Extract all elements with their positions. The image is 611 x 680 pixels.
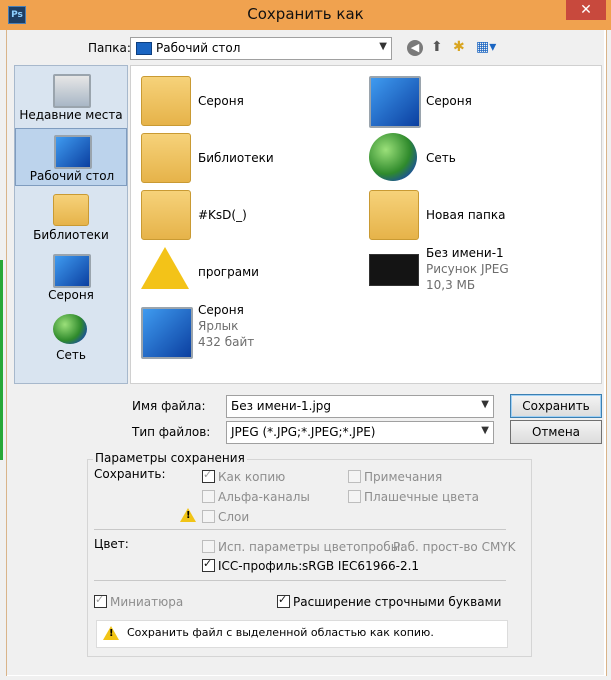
save-label: Сохранить: — [94, 467, 166, 481]
folder-icon — [141, 190, 191, 240]
filename-input[interactable]: Без имени-1.jpg ▼ — [226, 395, 494, 418]
computer-icon — [369, 76, 421, 128]
file-size: 432 байт — [198, 335, 255, 349]
filename-value: Без имени-1.jpg — [231, 399, 332, 413]
network-icon — [369, 133, 417, 181]
background-edge — [0, 260, 3, 460]
desktop-icon — [54, 135, 92, 169]
file-name: #KsD(_) — [198, 208, 247, 222]
list-item[interactable]: Сеть — [363, 129, 583, 185]
icc-checkbox[interactable] — [202, 557, 215, 572]
view-menu-icon[interactable]: ▦▾ — [476, 39, 496, 55]
filename-label: Имя файла: — [132, 399, 206, 413]
folder-dropdown-value: Рабочий стол — [156, 41, 241, 55]
icc-value: sRGB IEC61966-2.1 — [302, 559, 420, 573]
warning-icon — [103, 626, 119, 640]
list-item[interactable]: Библиотеки — [135, 129, 355, 185]
desktop-icon — [136, 42, 152, 55]
notes-checkbox[interactable] — [348, 470, 361, 483]
save-button[interactable]: Сохранить — [510, 394, 602, 418]
divider — [94, 529, 506, 530]
proof-label: Исп. параметры цветопробы: — [218, 540, 405, 554]
proof-checkbox[interactable] — [202, 540, 215, 553]
sidebar-item-computer[interactable]: Сероня — [15, 248, 127, 306]
window-title: Сохранить как — [247, 5, 364, 23]
list-item[interactable]: Сероня Ярлык 432 байт — [135, 303, 355, 359]
cancel-button[interactable]: Отмена — [510, 420, 602, 444]
info-note: Сохранить файл с выделенной областью как… — [96, 620, 508, 648]
list-item[interactable]: Сероня — [135, 72, 355, 128]
file-size: 10,3 МБ — [426, 278, 476, 292]
new-folder-icon[interactable]: ✱ — [453, 39, 465, 55]
shortcut-icon — [141, 307, 193, 359]
color-label: Цвет: — [94, 537, 129, 551]
divider — [94, 580, 506, 581]
file-name: Сеть — [426, 151, 456, 165]
as-copy-label: Как копию — [218, 470, 286, 484]
filetype-dropdown[interactable]: JPEG (*.JPG;*.JPEG;*.JPE) ▼ — [226, 421, 494, 444]
folder-icon — [369, 190, 419, 240]
up-folder-icon[interactable]: ⬆ — [431, 39, 443, 55]
alpha-label: Альфа-каналы — [218, 490, 310, 504]
sidebar-item-desktop[interactable]: Рабочий стол — [15, 128, 127, 186]
file-type: Ярлык — [198, 319, 239, 333]
file-name: Сероня — [198, 94, 244, 108]
folder-label: Папка: — [88, 41, 131, 55]
sidebar-item-network[interactable]: Сеть — [15, 308, 127, 366]
chevron-down-icon: ▼ — [481, 399, 489, 410]
as-copy-checkbox[interactable] — [202, 468, 215, 483]
lowercase-extension-checkbox[interactable] — [277, 593, 290, 608]
close-button[interactable]: ✕ — [566, 0, 606, 20]
sidebar-item-label: Сероня — [48, 288, 94, 302]
warning-icon — [180, 508, 196, 522]
network-icon — [53, 314, 87, 344]
list-item[interactable]: програми — [135, 243, 355, 299]
sidebar-item-label: Рабочий стол — [29, 169, 115, 183]
user-folder-icon — [141, 76, 191, 126]
file-name: Библиотеки — [198, 151, 274, 165]
spot-label: Плашечные цвета — [364, 490, 479, 504]
file-name: Новая папка — [426, 208, 506, 222]
filetype-value: JPEG (*.JPG;*.JPEG;*.JPE) — [231, 425, 376, 439]
layers-label: Слои — [218, 510, 250, 524]
libraries-folder-icon — [141, 133, 191, 183]
proof-value: Раб. прост-во CMYK — [393, 540, 516, 554]
sidebar-item-label: Сеть — [56, 348, 86, 362]
chevron-down-icon: ▼ — [481, 425, 489, 436]
libraries-icon — [53, 194, 89, 226]
file-type: Рисунок JPEG — [426, 262, 509, 276]
file-name: Сероня — [426, 94, 472, 108]
file-list: Сероня Сероня Библиотеки Сеть #KsD(_) Но… — [130, 65, 602, 384]
layers-checkbox[interactable] — [202, 510, 215, 523]
warning-icon — [141, 247, 189, 295]
thumbnail-label: Миниатюра — [110, 595, 184, 609]
file-name: Сероня — [198, 303, 244, 317]
sidebar-item-recent[interactable]: Недавние места — [15, 68, 127, 126]
list-item[interactable]: Новая папка — [363, 186, 583, 242]
info-note-text: Сохранить файл с выделенной областью как… — [127, 626, 434, 639]
file-name: Без имени-1 — [426, 246, 504, 260]
spot-checkbox[interactable] — [348, 490, 361, 503]
sidebar-item-label: Библиотеки — [33, 228, 109, 242]
computer-icon — [53, 254, 91, 288]
folder-dropdown[interactable]: Рабочий стол ▼ — [130, 37, 392, 60]
file-name: програми — [198, 265, 259, 279]
back-icon[interactable]: ◀ — [407, 40, 423, 56]
list-item[interactable]: Сероня — [363, 72, 583, 128]
filetype-label: Тип файлов: — [132, 425, 211, 439]
thumbnail-checkbox[interactable] — [94, 593, 107, 608]
lowercase-extension-label: Расширение строчными буквами — [293, 595, 502, 609]
chevron-down-icon: ▼ — [379, 41, 387, 52]
sidebar-item-libraries[interactable]: Библиотеки — [15, 188, 127, 246]
icc-label: ICC-профиль: — [218, 559, 303, 573]
save-options-title: Параметры сохранения — [93, 451, 247, 465]
jpeg-thumb-icon — [369, 254, 419, 286]
recent-places-icon — [53, 74, 91, 108]
sidebar-item-label: Недавние места — [19, 108, 123, 122]
alpha-checkbox[interactable] — [202, 490, 215, 503]
list-item[interactable]: Без имени-1 Рисунок JPEG 10,3 МБ — [363, 246, 583, 302]
list-item[interactable]: #KsD(_) — [135, 186, 355, 242]
places-sidebar: Недавние места Рабочий стол Библиотеки С… — [14, 65, 128, 384]
notes-label: Примечания — [364, 470, 443, 484]
